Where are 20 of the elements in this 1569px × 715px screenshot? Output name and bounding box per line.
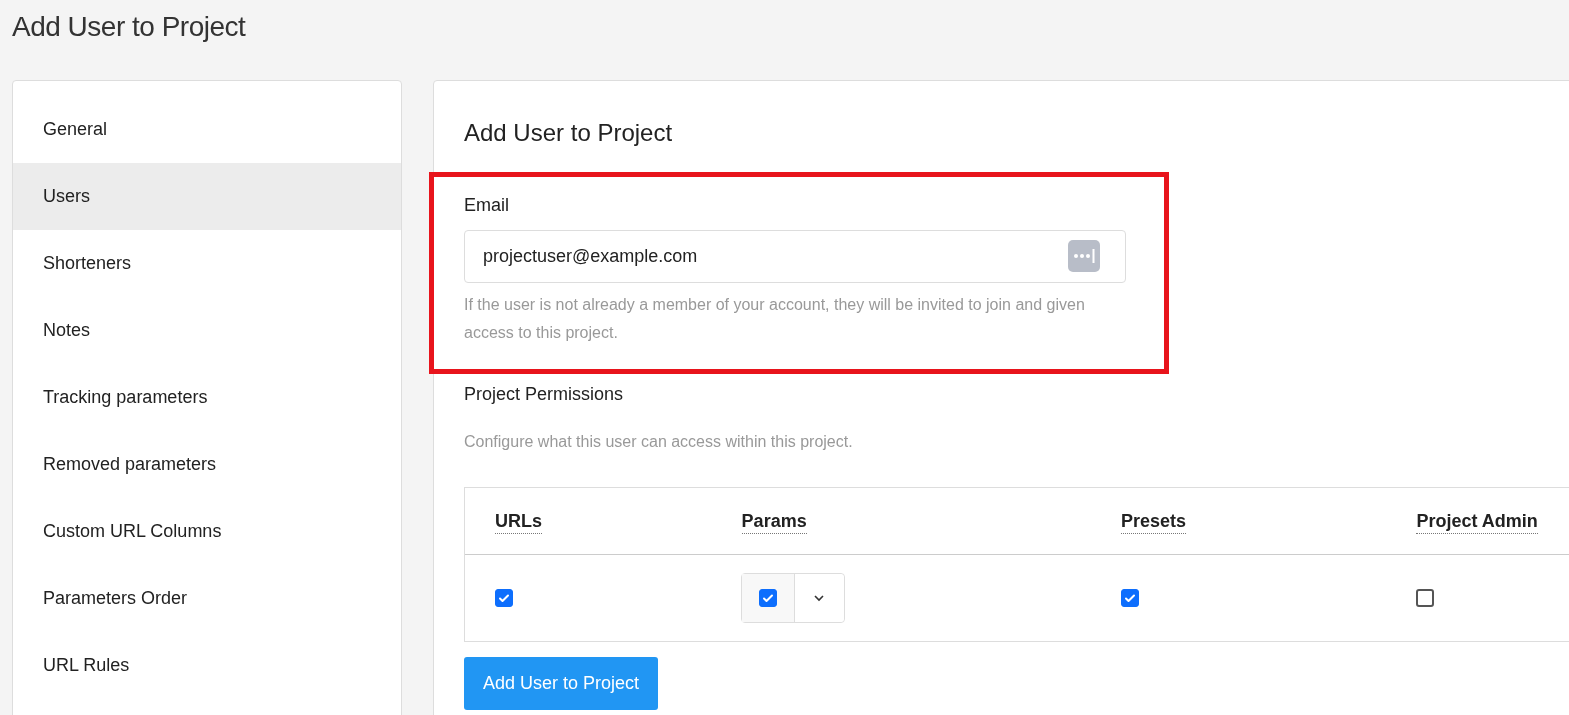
checkbox[interactable]: [1416, 589, 1435, 607]
column-header: Project Admin: [1416, 510, 1538, 534]
permissions-description: Configure what this user can access within this project.: [464, 432, 854, 452]
column-header: URLs: [495, 510, 542, 534]
checkmark-icon: [498, 592, 510, 604]
permissions-label: Project Permissions: [464, 383, 625, 406]
form-heading: Add User to Project: [464, 119, 674, 147]
checkbox[interactable]: [495, 589, 513, 607]
email-help-text: If the user is not already a member of your account, they will be invited to join and given access to this project.: [464, 295, 1086, 343]
sidebar-item[interactable]: Users: [13, 163, 401, 230]
page-title: Add User to Project: [11, 10, 247, 44]
checkbox[interactable]: [1120, 589, 1139, 607]
checkmark-icon: [761, 592, 774, 604]
column-header: Params: [741, 510, 807, 534]
checkmark-icon: [1123, 592, 1136, 604]
column-header: Presets: [1120, 510, 1187, 534]
email-label: Email: [464, 194, 510, 217]
chevron-down-icon: [813, 594, 826, 602]
email-field[interactable]: projectuser@example.com: [464, 230, 1126, 283]
checkbox[interactable]: [758, 589, 777, 607]
